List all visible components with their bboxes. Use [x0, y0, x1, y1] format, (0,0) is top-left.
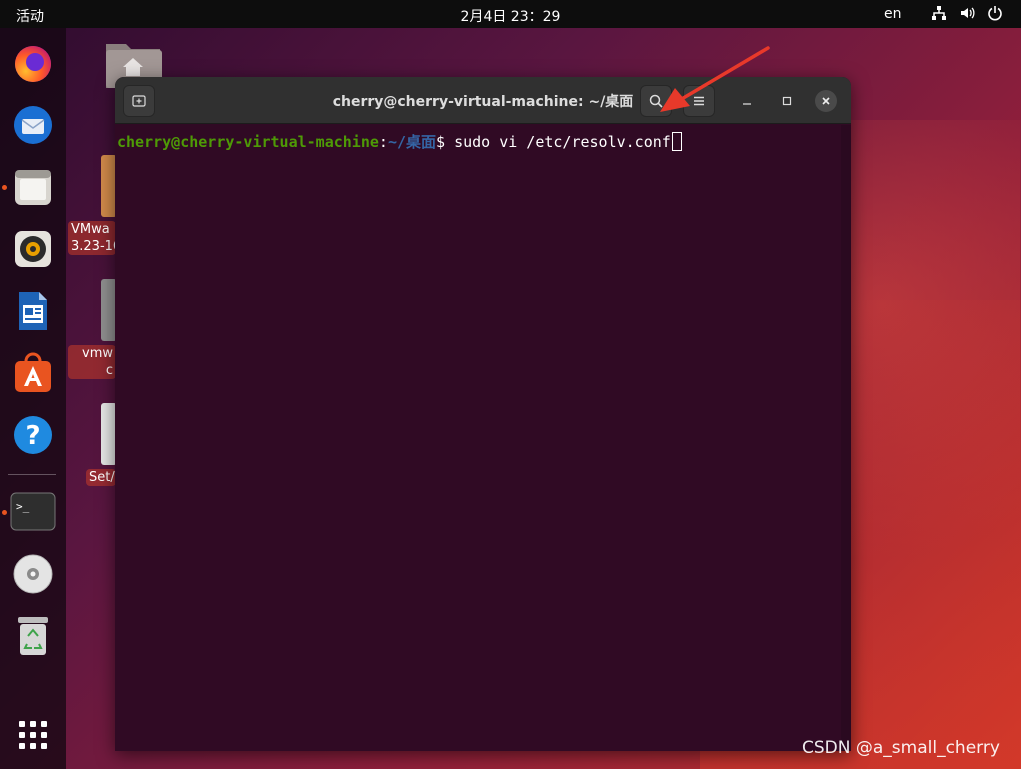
close-button[interactable] [815, 90, 837, 112]
files-icon[interactable] [9, 163, 57, 211]
annotation-arrow-icon [660, 46, 770, 112]
thunderbird-icon[interactable] [9, 101, 57, 149]
terminal-content[interactable]: cherry@cherry-virtual-machine:~/桌面$ sudo… [115, 125, 841, 751]
volume-icon[interactable] [958, 4, 976, 22]
command-text: sudo vi /etc/resolv.conf [454, 133, 671, 151]
libreoffice-writer-icon[interactable] [9, 287, 57, 335]
dock: ? >_ [0, 28, 66, 769]
network-icon[interactable] [930, 4, 948, 22]
close-icon [822, 97, 830, 105]
new-tab-icon [132, 95, 146, 107]
files-running-indicator [2, 185, 7, 190]
prompt-user-host: cherry@cherry-virtual-machine [117, 133, 379, 151]
desktop-file-label-3[interactable]: Set/ [86, 469, 116, 486]
maximize-icon [782, 96, 792, 106]
prompt-symbol: $ [436, 133, 455, 151]
system-tray[interactable] [930, 4, 1004, 22]
dvd-drive-icon[interactable] [9, 550, 57, 598]
terminal-scrollbar[interactable] [841, 125, 851, 751]
svg-text:>_: >_ [16, 500, 30, 513]
desktop-file-label-1[interactable]: VMwa 3.23-16 [68, 221, 116, 255]
clock[interactable]: 2月4日 23：29 [461, 9, 561, 25]
help-icon[interactable]: ? [9, 411, 57, 459]
top-bar: 活动 2月4日 23：29 en [0, 0, 1021, 28]
prompt-path: ~/桌面 [387, 133, 436, 151]
terminal-icon[interactable]: >_ [9, 488, 57, 536]
show-applications-icon[interactable] [9, 711, 57, 759]
power-icon[interactable] [986, 4, 1004, 22]
desktop-file-label-2[interactable]: vmw c [68, 345, 116, 379]
svg-text:?: ? [25, 421, 40, 451]
watermark: CSDN @a_small_cherry [802, 738, 1000, 758]
new-tab-button[interactable] [123, 85, 155, 117]
terminal-window[interactable]: cherry@cherry-virtual-machine: ~/桌面 cher… [115, 77, 851, 751]
ubuntu-software-icon[interactable] [9, 349, 57, 397]
terminal-running-indicator [2, 510, 7, 515]
dock-separator [8, 474, 56, 475]
activities-button[interactable]: 活动 [16, 6, 44, 26]
rhythmbox-icon[interactable] [9, 225, 57, 273]
input-language-indicator[interactable]: en [884, 6, 902, 22]
text-cursor [671, 132, 682, 151]
clock-container: 2月4日 23：29 [0, 6, 1021, 26]
trash-icon[interactable] [9, 612, 57, 660]
prompt-separator: : [378, 133, 388, 151]
firefox-icon[interactable] [9, 39, 57, 87]
